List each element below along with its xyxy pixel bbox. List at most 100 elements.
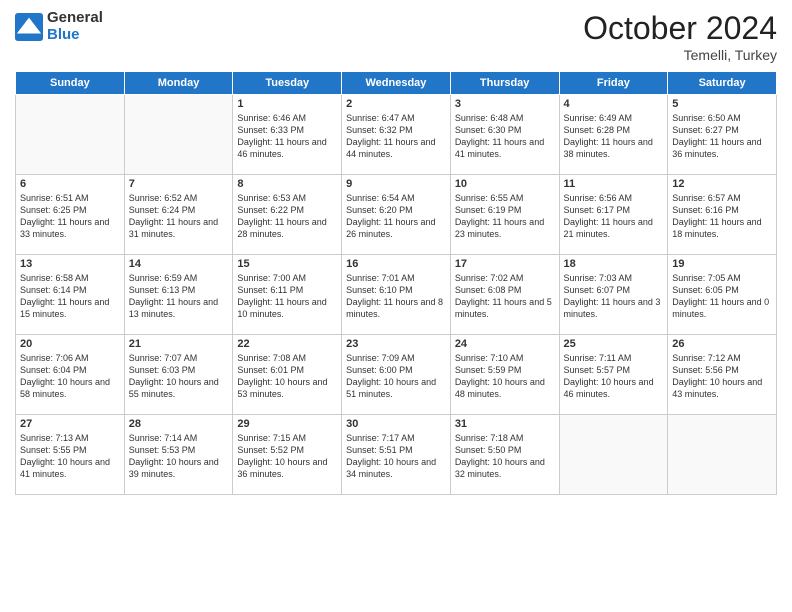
sunrise-label: Sunrise: 7:11 AM: [564, 353, 632, 363]
day-number: 25: [564, 338, 664, 350]
sunrise-label: Sunrise: 6:56 AM: [564, 193, 633, 203]
daylight-label: Daylight: 11 hours and 33 minutes.: [20, 217, 109, 239]
calendar-cell: 9Sunrise: 6:54 AMSunset: 6:20 PMDaylight…: [342, 175, 451, 255]
sunset-label: Sunset: 5:52 PM: [237, 445, 304, 455]
daylight-label: Daylight: 10 hours and 43 minutes.: [672, 377, 762, 399]
sunset-label: Sunset: 6:07 PM: [564, 285, 631, 295]
sunset-label: Sunset: 6:03 PM: [129, 365, 196, 375]
day-info: Sunrise: 7:01 AMSunset: 6:10 PMDaylight:…: [346, 272, 446, 321]
calendar-cell: 19Sunrise: 7:05 AMSunset: 6:05 PMDayligh…: [668, 255, 777, 335]
day-info: Sunrise: 7:03 AMSunset: 6:07 PMDaylight:…: [564, 272, 664, 321]
calendar-cell: 18 Sunrise: 7:03 AMSunset: 6:07 PMDayligh…: [559, 255, 668, 335]
month-title: October 2024: [583, 10, 777, 47]
day-info: Sunrise: 6:53 AMSunset: 6:22 PMDaylight:…: [237, 192, 337, 241]
sunset-label: Sunset: 5:51 PM: [346, 445, 413, 455]
page: General Blue October 2024 Temelli, Turke…: [0, 0, 792, 612]
daylight-label: Daylight: 10 hours and 53 minutes.: [237, 377, 327, 399]
calendar-cell: 7Sunrise: 6:52 AMSunset: 6:24 PMDaylight…: [124, 175, 233, 255]
day-info: Sunrise: 6:56 AM Sunset: 6:17 PM Daylight:…: [564, 192, 664, 241]
calendar-cell: 2Sunrise: 6:47 AMSunset: 6:32 PMDaylight…: [342, 95, 451, 175]
calendar-cell: 5Sunrise: 6:50 AMSunset: 6:27 PMDaylight…: [668, 95, 777, 175]
day-number: 3: [455, 98, 555, 110]
daylight-label: Daylight: 10 hours and 51 minutes.: [346, 377, 436, 399]
sunrise-label: Sunrise: 7:17 AM: [346, 433, 415, 443]
daylight-label: Daylight: 11 hours and 13 minutes.: [129, 297, 218, 319]
day-number: 29: [237, 418, 337, 430]
daylight-label: Daylight: 11 hours and 15 minutes.: [20, 297, 109, 319]
sunset-label: Sunset: 5:57 PM: [564, 365, 631, 375]
day-number: 4: [564, 98, 664, 110]
day-number: 15: [237, 258, 337, 270]
day-number: 12: [672, 178, 772, 190]
day-number: 18: [564, 258, 664, 270]
logo-general: General: [47, 10, 103, 27]
calendar-week-1: 1Sunrise: 6:46 AMSunset: 6:33 PMDaylight…: [16, 95, 777, 175]
sunset-label: Sunset: 6:13 PM: [129, 285, 196, 295]
daylight-label: Daylight: 11 hours and 18 minutes.: [672, 217, 761, 239]
calendar-cell: [559, 415, 668, 495]
sunset-label: Sunset: 6:14 PM: [20, 285, 87, 295]
calendar-cell: 1Sunrise: 6:46 AMSunset: 6:33 PMDaylight…: [233, 95, 342, 175]
logo: General Blue: [15, 10, 103, 43]
sunrise-label: Sunrise: 6:48 AM: [455, 113, 524, 123]
weekday-header-wednesday: Wednesday: [342, 72, 451, 95]
calendar-cell: 22Sunrise: 7:08 AMSunset: 6:01 PMDayligh…: [233, 335, 342, 415]
calendar-cell: 14Sunrise: 6:59 AMSunset: 6:13 PMDayligh…: [124, 255, 233, 335]
day-number: 27: [20, 418, 120, 430]
sunset-label: Sunset: 6:24 PM: [129, 205, 196, 215]
sunset-label: Sunset: 5:55 PM: [20, 445, 87, 455]
sunrise-label: Sunrise: 6:55 AM: [455, 193, 524, 203]
daylight-label: Daylight: 11 hours and 21 minutes.: [564, 217, 653, 239]
calendar-cell: 16Sunrise: 7:01 AMSunset: 6:10 PMDayligh…: [342, 255, 451, 335]
day-info: Sunrise: 7:09 AMSunset: 6:00 PMDaylight:…: [346, 352, 446, 401]
weekday-header-monday: Monday: [124, 72, 233, 95]
daylight-label: Daylight: 11 hours and 8 minutes.: [346, 297, 443, 319]
day-info: Sunrise: 7:12 AMSunset: 5:56 PMDaylight:…: [672, 352, 772, 401]
daylight-label: Daylight: 11 hours and 5 minutes.: [455, 297, 552, 319]
day-number: 28: [129, 418, 229, 430]
calendar-cell: 20Sunrise: 7:06 AMSunset: 6:04 PMDayligh…: [16, 335, 125, 415]
sunset-label: Sunset: 6:17 PM: [564, 205, 631, 215]
daylight-label: Daylight: 11 hours and 26 minutes.: [346, 217, 435, 239]
sunset-label: Sunset: 6:22 PM: [237, 205, 304, 215]
sunrise-label: Sunrise: 7:12 AM: [672, 353, 741, 363]
sunrise-label: Sunrise: 6:57 AM: [672, 193, 741, 203]
daylight-label: Daylight: 11 hours and 28 minutes.: [237, 217, 326, 239]
calendar-cell: 28Sunrise: 7:14 AMSunset: 5:53 PMDayligh…: [124, 415, 233, 495]
sunset-label: Sunset: 6:16 PM: [672, 205, 739, 215]
day-info: Sunrise: 6:52 AMSunset: 6:24 PMDaylight:…: [129, 192, 229, 241]
daylight-label: Daylight: 10 hours and 36 minutes.: [237, 457, 327, 479]
day-number: 10: [455, 178, 555, 190]
day-info: Sunrise: 6:55 AMSunset: 6:19 PMDaylight:…: [455, 192, 555, 241]
sunset-label: Sunset: 6:20 PM: [346, 205, 413, 215]
title-block: October 2024 Temelli, Turkey: [583, 10, 777, 63]
calendar-week-3: 13 Sunrise: 6:58 AM Sunset: 6:14 PM Dayligh…: [16, 255, 777, 335]
weekday-header-saturday: Saturday: [668, 72, 777, 95]
day-info: Sunrise: 6:51 AMSunset: 6:25 PMDaylight:…: [20, 192, 120, 241]
sunset-label: Sunset: 5:50 PM: [455, 445, 522, 455]
calendar-cell: 24Sunrise: 7:10 AMSunset: 5:59 PMDayligh…: [450, 335, 559, 415]
daylight-label: Daylight: 10 hours and 48 minutes.: [455, 377, 545, 399]
calendar-cell: [124, 95, 233, 175]
day-number: 8: [237, 178, 337, 190]
calendar-cell: 4Sunrise: 6:49 AMSunset: 6:28 PMDaylight…: [559, 95, 668, 175]
daylight-label: Daylight: 11 hours and 36 minutes.: [672, 137, 761, 159]
sunrise-label: Sunrise: 6:58 AM: [20, 273, 89, 283]
sunrise-label: Sunrise: 7:14 AM: [129, 433, 198, 443]
calendar-cell: 26Sunrise: 7:12 AMSunset: 5:56 PMDayligh…: [668, 335, 777, 415]
sunset-label: Sunset: 6:33 PM: [237, 125, 304, 135]
day-info: Sunrise: 7:06 AMSunset: 6:04 PMDaylight:…: [20, 352, 120, 401]
calendar-cell: 23Sunrise: 7:09 AMSunset: 6:00 PMDayligh…: [342, 335, 451, 415]
day-number: 9: [346, 178, 446, 190]
day-info: Sunrise: 7:17 AMSunset: 5:51 PMDaylight:…: [346, 432, 446, 481]
sunrise-label: Sunrise: 7:00 AM: [237, 273, 306, 283]
sunset-label: Sunset: 5:59 PM: [455, 365, 522, 375]
logo-icon: [15, 13, 43, 41]
day-info: Sunrise: 7:18 AMSunset: 5:50 PMDaylight:…: [455, 432, 555, 481]
day-number: 21: [129, 338, 229, 350]
weekday-header-row: SundayMondayTuesdayWednesdayThursdayFrid…: [16, 72, 777, 95]
day-number: 11: [564, 178, 664, 190]
sunset-label: Sunset: 6:11 PM: [237, 285, 303, 295]
day-number: 30: [346, 418, 446, 430]
day-number: 13: [20, 258, 120, 270]
